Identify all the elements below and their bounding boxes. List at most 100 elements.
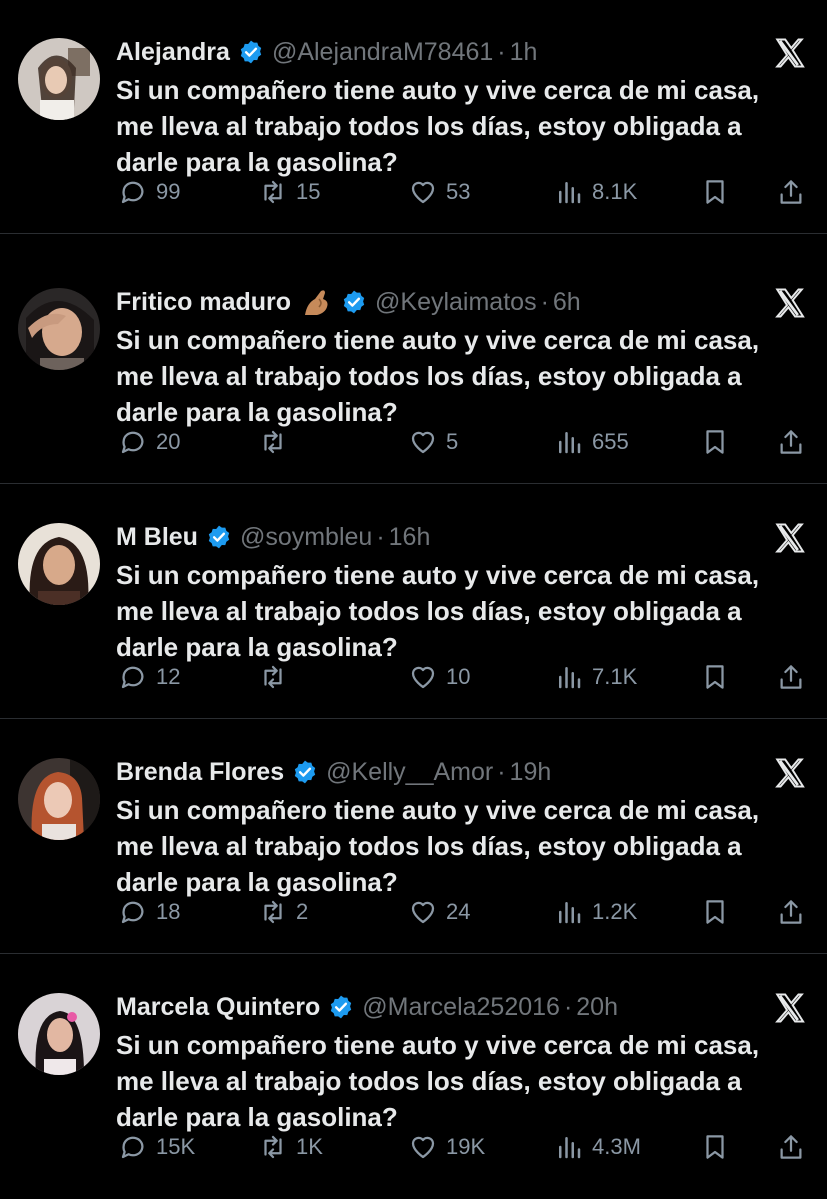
like-icon	[411, 666, 435, 689]
x-logo-icon	[773, 36, 807, 70]
display-name[interactable]: M Bleu	[116, 519, 198, 555]
tweet-header: M Bleu @soymbleu · 16h	[116, 517, 747, 557]
tweet[interactable]: Marcela Quintero @Marcela252016 · 20h Si…	[0, 955, 827, 1189]
tweet-text: Si un compañero tiene auto y vive cerca …	[116, 792, 816, 900]
retweet-icon	[264, 665, 282, 689]
bookmark-button[interactable]	[700, 1127, 730, 1167]
tweet-header: Alejandra @AlejandraM78461 · 1h	[116, 32, 747, 72]
retweet-button[interactable]	[258, 657, 296, 697]
avatar[interactable]	[18, 758, 100, 840]
retweet-icon	[264, 900, 282, 924]
like-button[interactable]: 10	[408, 657, 470, 697]
retweet-button[interactable]: 1K	[258, 1127, 323, 1167]
bookmark-button[interactable]	[700, 172, 730, 212]
reply-icon	[121, 666, 144, 689]
action-bar: 99 15 53 8.1K	[0, 172, 827, 212]
tweet[interactable]: Fritico maduro @Keylaimatos · 6h Si un c…	[0, 250, 827, 484]
views-button[interactable]: 7.1K	[554, 657, 637, 697]
bookmark-icon	[706, 430, 724, 454]
bookmark-button[interactable]	[700, 892, 730, 932]
tweet-text-line: me lleva al trabajo todos los días, esto…	[116, 831, 742, 861]
avatar[interactable]	[18, 288, 100, 370]
tweet-text-line: me lleva al trabajo todos los días, esto…	[116, 111, 742, 141]
retweet-button[interactable]	[258, 422, 296, 462]
display-name[interactable]: Brenda Flores	[116, 754, 284, 790]
handle[interactable]: @AlejandraM78461	[272, 34, 493, 70]
like-icon	[411, 901, 435, 924]
pinched-fingers-emoji-icon	[299, 285, 333, 319]
views-button[interactable]: 8.1K	[554, 172, 637, 212]
reply-icon	[121, 1136, 144, 1159]
share-button[interactable]	[776, 422, 806, 462]
separator: ·	[540, 288, 549, 316]
handle[interactable]: @Keylaimatos	[375, 284, 537, 320]
share-button[interactable]	[776, 172, 806, 212]
tweet-text: Si un compañero tiene auto y vive cerca …	[116, 72, 816, 180]
views-icon	[559, 432, 581, 454]
separator: ·	[497, 758, 506, 786]
display-name[interactable]: Alejandra	[116, 34, 230, 70]
action-bar: 18 2 24 1.2K	[0, 892, 827, 932]
timestamp[interactable]: 16h	[389, 519, 431, 555]
avatar[interactable]	[18, 523, 100, 605]
bookmark-icon	[706, 1135, 724, 1159]
tweet-header: Marcela Quintero @Marcela252016 · 20h	[116, 987, 747, 1027]
tweet-text-line: Si un compañero tiene auto y vive cerca …	[116, 1030, 760, 1060]
reply-button[interactable]: 12	[118, 657, 180, 697]
views-button[interactable]: 1.2K	[554, 892, 637, 932]
retweet-count: 15	[296, 179, 321, 204]
verified-badge-icon	[341, 289, 367, 315]
like-button[interactable]: 19K	[408, 1127, 485, 1167]
retweet-icon	[264, 430, 282, 454]
avatar[interactable]	[18, 993, 100, 1075]
retweet-button[interactable]: 2	[258, 892, 308, 932]
tweet[interactable]: M Bleu @soymbleu · 16h Si un compañero t…	[0, 485, 827, 719]
views-count: 4.3M	[592, 1134, 641, 1159]
like-button[interactable]: 24	[408, 892, 470, 932]
action-bar: 15K 1K 19K 4.3M	[0, 1127, 827, 1167]
retweet-button[interactable]: 15	[258, 172, 320, 212]
like-button[interactable]: 5	[408, 422, 458, 462]
tweet[interactable]: Alejandra @AlejandraM78461 · 1h Si un co…	[0, 0, 827, 234]
reply-count: 99	[156, 179, 181, 204]
separator: ·	[497, 38, 506, 66]
views-icon	[559, 667, 581, 689]
handle[interactable]: @soymbleu	[240, 519, 372, 555]
like-button[interactable]: 53	[408, 172, 470, 212]
bookmark-button[interactable]	[700, 422, 730, 462]
bookmark-icon	[706, 665, 724, 689]
reply-button[interactable]: 18	[118, 892, 180, 932]
timestamp[interactable]: 20h	[576, 989, 618, 1025]
like-icon	[411, 431, 435, 454]
views-button[interactable]: 4.3M	[554, 1127, 641, 1167]
x-logo-icon	[773, 521, 807, 555]
timestamp[interactable]: 6h	[553, 284, 581, 320]
bookmark-button[interactable]	[700, 657, 730, 697]
display-name[interactable]: Marcela Quintero	[116, 989, 320, 1025]
share-button[interactable]	[776, 892, 806, 932]
reply-icon	[121, 431, 144, 454]
like-count: 24	[446, 899, 471, 924]
tweet-header: Brenda Flores @Kelly__Amor · 19h	[116, 752, 747, 792]
handle[interactable]: @Marcela252016	[362, 989, 560, 1025]
handle[interactable]: @Kelly__Amor	[326, 754, 493, 790]
views-count: 655	[592, 429, 629, 454]
share-button[interactable]	[776, 657, 806, 697]
share-button[interactable]	[776, 1127, 806, 1167]
share-icon	[780, 900, 802, 924]
tweet[interactable]: Brenda Flores @Kelly__Amor · 19h Si un c…	[0, 720, 827, 954]
reply-count: 15K	[156, 1134, 196, 1159]
like-count: 5	[446, 429, 459, 454]
reply-button[interactable]: 15K	[118, 1127, 195, 1167]
reply-button[interactable]: 20	[118, 422, 180, 462]
display-name[interactable]: Fritico maduro	[116, 284, 291, 320]
like-icon	[411, 181, 435, 204]
x-logo-icon	[773, 286, 807, 320]
share-icon	[780, 430, 802, 454]
views-count: 1.2K	[592, 899, 638, 924]
views-button[interactable]: 655	[554, 422, 629, 462]
avatar[interactable]	[18, 38, 100, 120]
timestamp[interactable]: 1h	[510, 34, 538, 70]
reply-button[interactable]: 99	[118, 172, 180, 212]
timestamp[interactable]: 19h	[510, 754, 552, 790]
